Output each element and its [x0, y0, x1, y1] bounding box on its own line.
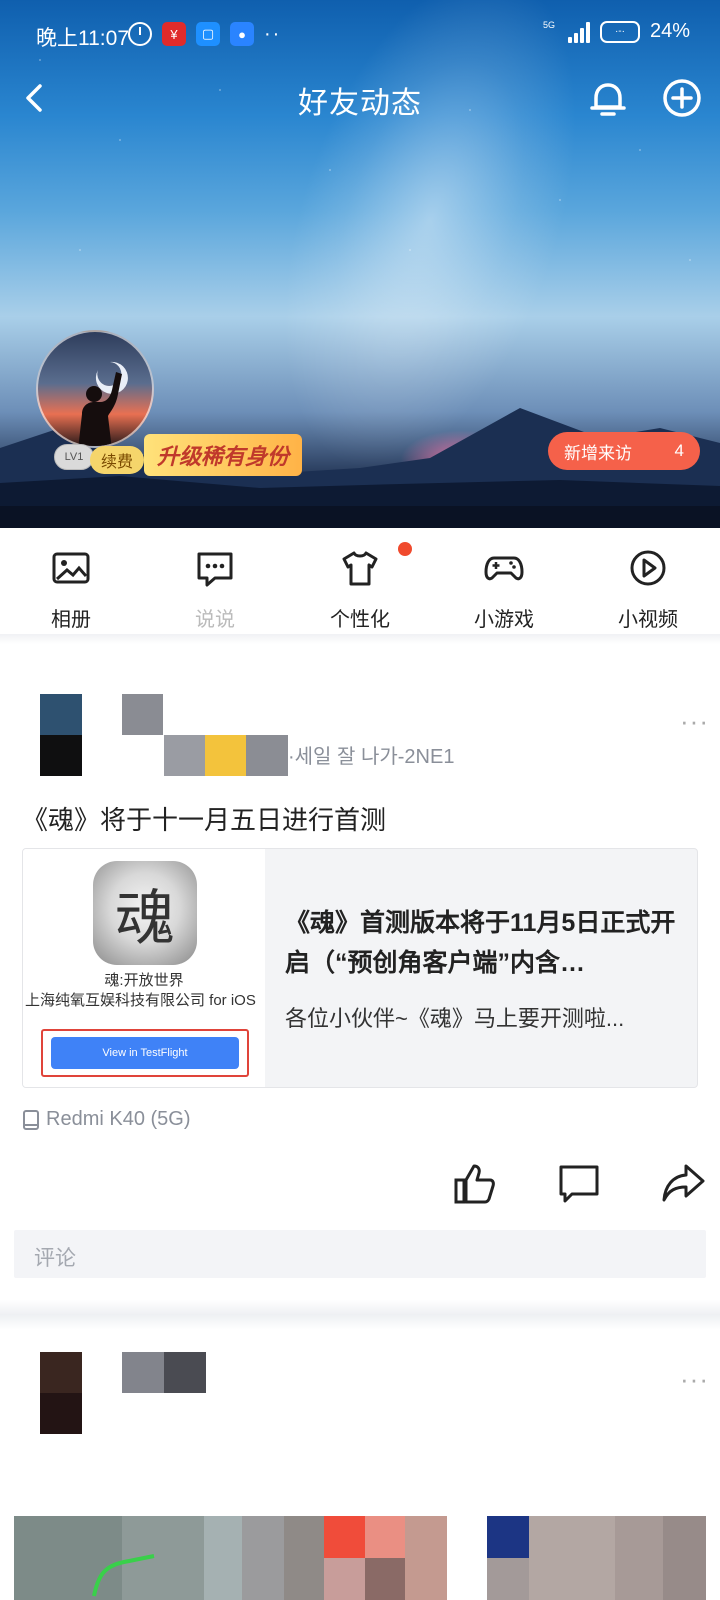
- like-icon[interactable]: [452, 1160, 498, 1206]
- add-icon[interactable]: [660, 76, 704, 120]
- post-author-name-pixelated[interactable]: [122, 1352, 206, 1393]
- visits-count: 4: [674, 441, 684, 460]
- battery-icon: ·-·: [599, 20, 640, 43]
- testflight-button: View in TestFlight: [51, 1037, 239, 1069]
- section-divider: [0, 1300, 720, 1330]
- device-name: Redmi K40 (5G): [46, 1108, 191, 1130]
- notification-icons: ¥ ▢ ● ··: [128, 22, 281, 46]
- status-time: 晚上11:07: [36, 27, 129, 50]
- share-thumbnail: 魂 魂:开放世界 上海纯氧互娱科技有限公司 for iOS View in Te…: [23, 849, 265, 1087]
- app-icon: 魂: [93, 861, 197, 965]
- signal-icon: [567, 21, 590, 43]
- gamepad-icon: [484, 556, 524, 581]
- post-song-line: ·세일 잘 나가-2NE1: [288, 746, 455, 768]
- red-packet-icon: ¥: [162, 22, 186, 46]
- new-badge-dot: [398, 542, 412, 556]
- shortcut-videos[interactable]: 小视频: [588, 548, 708, 632]
- post-avatar-pixelated[interactable]: [40, 1352, 82, 1434]
- shortcut-personalize-label: 个性化: [330, 609, 390, 631]
- qq-icon: ●: [230, 22, 254, 46]
- post-author-name-pixelated[interactable]: [122, 694, 288, 776]
- app-name: 魂:开放世界: [104, 972, 184, 989]
- photo-album-icon: [52, 552, 90, 584]
- device-info: Redmi K40 (5G): [22, 1108, 191, 1131]
- visits-label: 新增来访: [564, 443, 632, 463]
- post-image-pixelated[interactable]: [14, 1516, 706, 1600]
- alarm-icon: [128, 22, 152, 46]
- section-divider: [0, 634, 720, 644]
- shortcut-album[interactable]: 相册: [11, 548, 131, 632]
- comment-input[interactable]: 评论: [14, 1230, 706, 1278]
- phone-icon: [23, 1109, 39, 1130]
- post-text: 《魂》将于十一月五日进行首测: [22, 805, 387, 835]
- bell-icon[interactable]: [586, 76, 630, 120]
- avatar[interactable]: [36, 330, 154, 448]
- status-right: ·-· 24%: [567, 20, 690, 43]
- post-avatar-pixelated[interactable]: [40, 694, 82, 776]
- shortcut-games-label: 小游戏: [474, 609, 534, 631]
- more-options-icon[interactable]: ···: [680, 1364, 709, 1395]
- shortcut-videos-label: 小视频: [618, 609, 678, 631]
- shortcut-games[interactable]: 小游戏: [444, 548, 564, 632]
- upgrade-identity-badge[interactable]: 升级稀有身份: [144, 434, 302, 476]
- message-app-icon: ▢: [196, 22, 220, 46]
- avatar-silhouette: [78, 361, 128, 446]
- app-company: 上海纯氧互娱科技有限公司 for iOS: [25, 992, 256, 1009]
- t-shirt-icon: [342, 551, 378, 586]
- chat-bubble-icon: [197, 552, 233, 587]
- comment-placeholder: 评论: [34, 1247, 76, 1270]
- battery-percent: 24%: [649, 20, 690, 42]
- play-circle-icon: [630, 550, 666, 586]
- level-badge: LV1: [54, 444, 94, 470]
- more-notifications-icon: ··: [264, 22, 282, 45]
- shared-link-card[interactable]: 魂 魂:开放世界 上海纯氧互娱科技有限公司 for iOS View in Te…: [22, 848, 698, 1088]
- renew-badge[interactable]: 续费: [90, 446, 144, 474]
- shortcut-bar: 相册 说说 个性化 小游戏 小视频: [0, 528, 720, 634]
- new-visits-button[interactable]: 新增来访 4: [548, 432, 700, 470]
- comment-icon[interactable]: [556, 1160, 602, 1206]
- share-title: 《魂》首测版本将于11月5日正式开启（“预创角客户端”内含…: [285, 909, 676, 977]
- network-type: 5G: [542, 20, 555, 30]
- status-bar: 晚上11:07 ¥ ▢ ● ·· 5G ·-· 24%: [0, 0, 720, 70]
- map-route-line: [92, 1554, 155, 1597]
- battery-face: ·-·: [614, 26, 625, 37]
- more-options-icon[interactable]: ···: [680, 706, 709, 737]
- shortcut-personalize[interactable]: 个性化: [300, 548, 420, 632]
- shortcut-moments-label: 说说: [195, 609, 235, 631]
- share-description: 各位小伙伴~《魂》马上要开测啦...: [285, 1006, 625, 1031]
- share-icon[interactable]: [660, 1160, 706, 1206]
- shortcut-album-label: 相册: [51, 609, 91, 631]
- shortcut-moments[interactable]: 说说: [155, 548, 275, 632]
